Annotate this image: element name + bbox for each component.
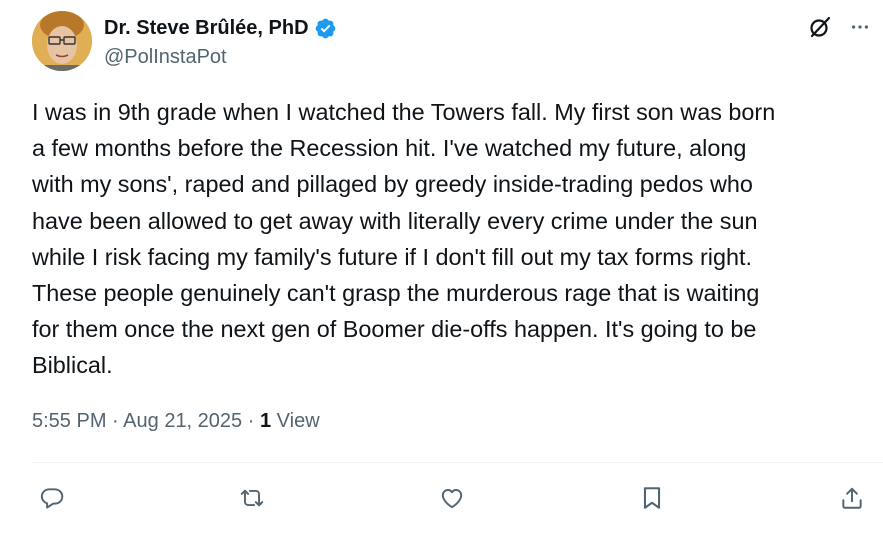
- meta-separator: ·: [112, 410, 119, 432]
- reply-button[interactable]: [32, 480, 72, 516]
- views-label: View: [276, 410, 320, 432]
- post-text: I was in 9th grade when I watched the To…: [32, 99, 776, 379]
- post-date[interactable]: Aug 21, 2025: [123, 410, 242, 432]
- bookmark-button[interactable]: [632, 480, 672, 516]
- views-count: 1: [259, 410, 272, 432]
- like-icon: [441, 489, 463, 509]
- post-header-actions: [807, 14, 873, 40]
- meta-separator: ·: [247, 410, 255, 432]
- reply-icon: [40, 488, 64, 509]
- divider: [32, 462, 883, 463]
- repost-icon: [240, 489, 264, 507]
- grok-icon[interactable]: [807, 14, 833, 40]
- like-button[interactable]: [432, 480, 472, 516]
- display-name[interactable]: Dr. Steve Brûlée, PhD: [104, 16, 337, 40]
- bookmark-icon: [643, 487, 661, 509]
- post-meta: 5:55 PM · Aug 21, 2025 · 1 View: [32, 407, 320, 435]
- share-button[interactable]: [832, 480, 872, 516]
- display-name-text: Dr. Steve Brûlée, PhD: [104, 17, 309, 39]
- share-icon: [842, 487, 862, 509]
- avatar[interactable]: [32, 11, 92, 71]
- post: Dr. Steve Brûlée, PhD @PolInstaPot I was…: [0, 0, 883, 533]
- post-time[interactable]: 5:55 PM: [32, 410, 106, 432]
- verified-badge-icon: [314, 17, 337, 40]
- repost-button[interactable]: [232, 480, 272, 516]
- user-handle[interactable]: @PolInstaPot: [104, 45, 227, 69]
- avatar-image: [32, 11, 92, 71]
- post-actions: [32, 480, 872, 516]
- more-icon[interactable]: [847, 14, 873, 40]
